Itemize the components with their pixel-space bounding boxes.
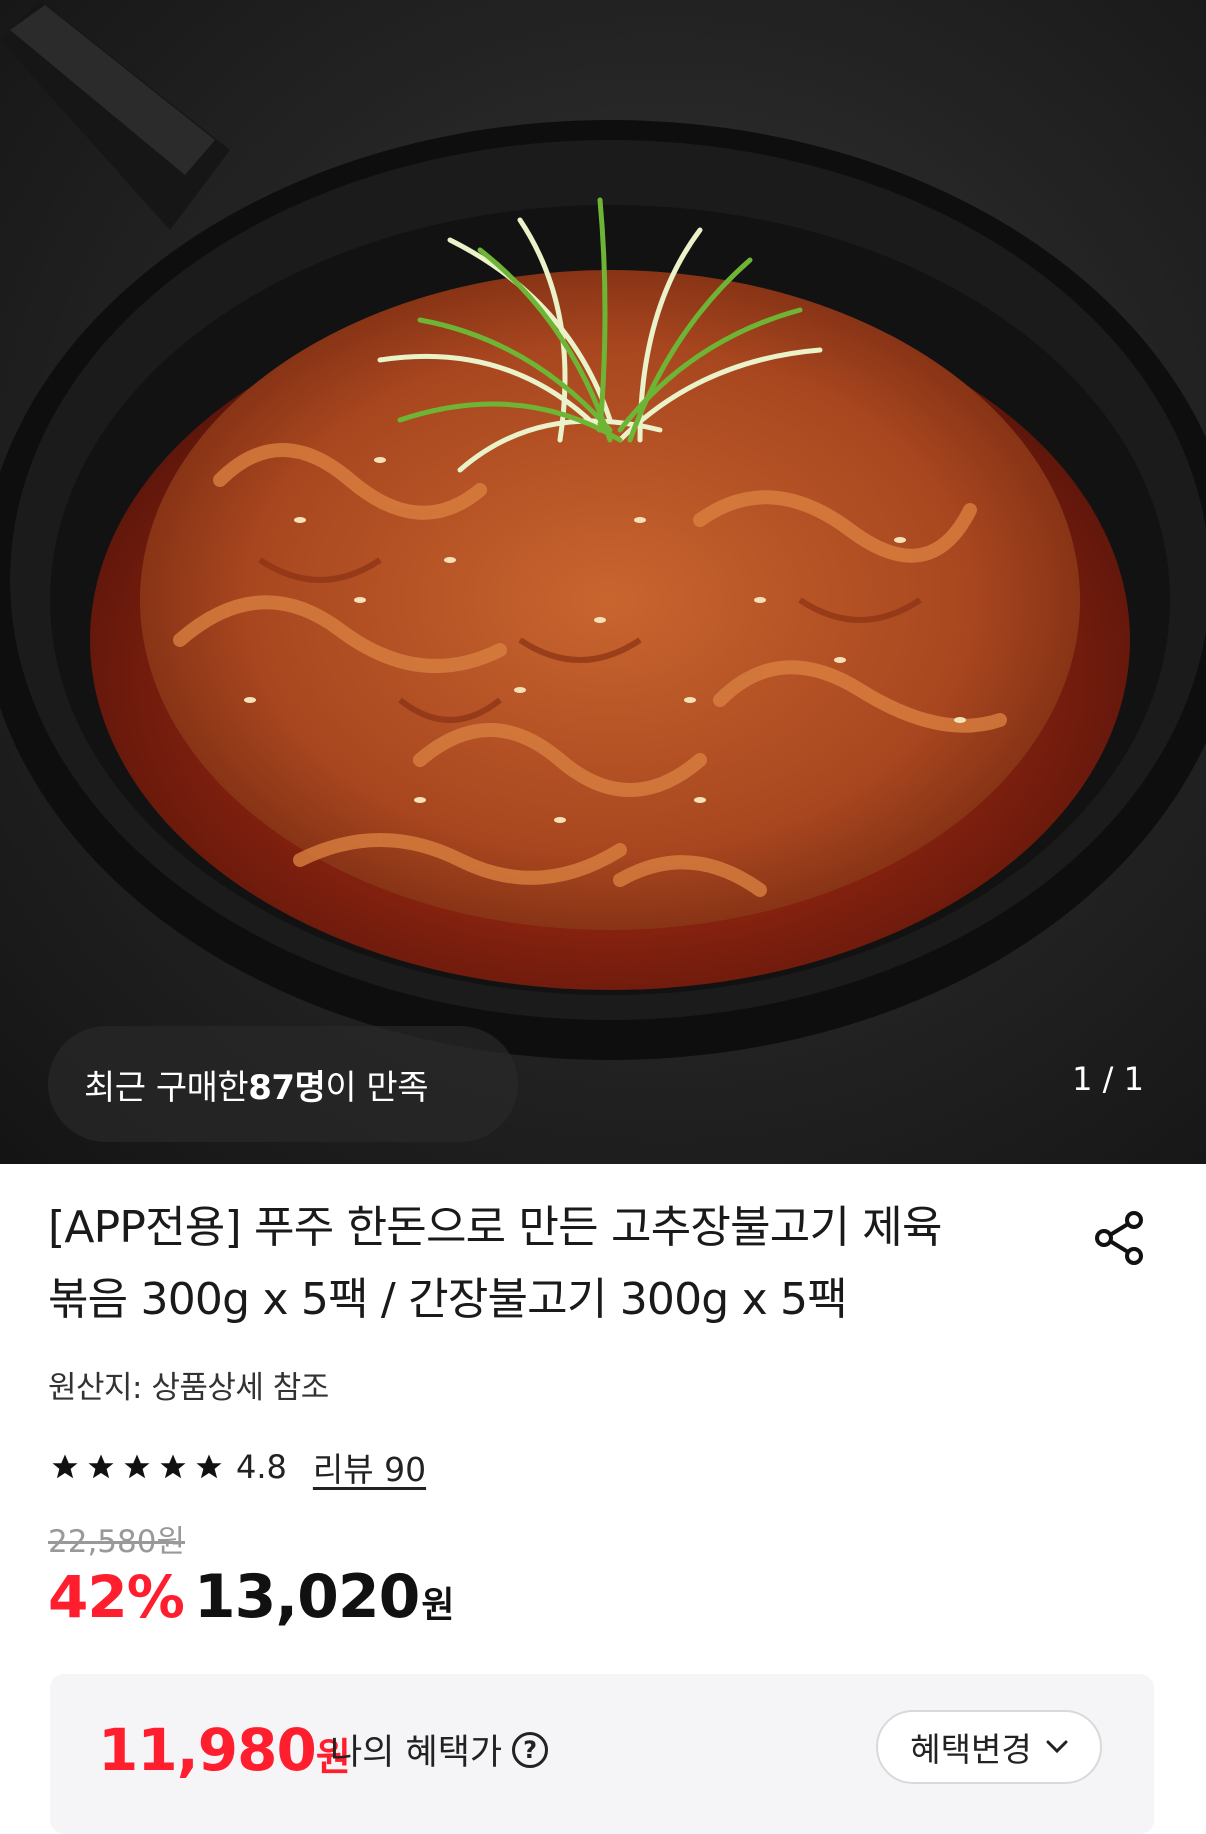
price-row: 42% 13,020 원 xyxy=(48,1562,455,1632)
share-button[interactable] xyxy=(1090,1208,1150,1268)
share-icon xyxy=(1095,1211,1143,1265)
benefit-price-value: 11,980 xyxy=(98,1716,317,1784)
star-rating xyxy=(50,1452,224,1482)
star-icon xyxy=(52,1454,78,1479)
product-title-line-2: 볶음 300g x 5팩 / 간장불고기 300g x 5팩 xyxy=(48,1274,848,1325)
star-icon xyxy=(88,1454,114,1479)
question-circle-icon[interactable]: ? xyxy=(512,1731,549,1768)
purchase-satisfaction-badge: 최근 구매한 87명 이 만족 xyxy=(48,1026,518,1142)
product-title: [APP전용] 푸주 한돈으로 만든 고추장불고기 제육 볶음 300g x 5… xyxy=(48,1192,1028,1336)
discount-rate: 42% xyxy=(48,1563,185,1631)
benefit-label: 나의 혜택가 ? xyxy=(330,1724,549,1775)
change-benefit-label: 혜택변경 xyxy=(910,1730,1032,1769)
rating-row: 4.8 리뷰 90 xyxy=(50,1442,426,1492)
review-link[interactable]: 리뷰 90 xyxy=(313,1443,426,1491)
change-benefit-button[interactable]: 혜택변경 xyxy=(876,1710,1102,1784)
star-icon xyxy=(124,1454,150,1479)
benefit-label-text: 나의 혜택가 xyxy=(330,1733,503,1773)
chevron-down-icon xyxy=(1046,1740,1068,1754)
rating-value: 4.8 xyxy=(236,1448,287,1486)
sale-price-unit: 원 xyxy=(421,1585,455,1626)
origin-info: 원산지: 상품상세 참조 xyxy=(48,1370,329,1406)
image-pager: 1 / 1 xyxy=(1072,1060,1144,1098)
sale-price: 13,020 xyxy=(193,1562,421,1632)
product-image[interactable]: 최근 구매한 87명 이 만족 1 / 1 xyxy=(0,0,1206,1164)
star-icon xyxy=(160,1454,186,1479)
star-icon xyxy=(196,1454,222,1479)
badge-count: 87명 xyxy=(248,1067,326,1108)
product-title-line-1: [APP전용] 푸주 한돈으로 만든 고추장불고기 제육 xyxy=(48,1202,942,1253)
food-photo xyxy=(0,0,1206,1060)
badge-prefix: 최근 구매한 xyxy=(84,1067,249,1108)
badge-suffix: 이 만족 xyxy=(325,1067,428,1108)
benefit-price-box: 11,980 원 나의 혜택가 ? 혜택변경 xyxy=(50,1674,1154,1834)
original-price: 22,580원 xyxy=(48,1524,185,1560)
benefit-price: 11,980 원 xyxy=(98,1716,351,1784)
